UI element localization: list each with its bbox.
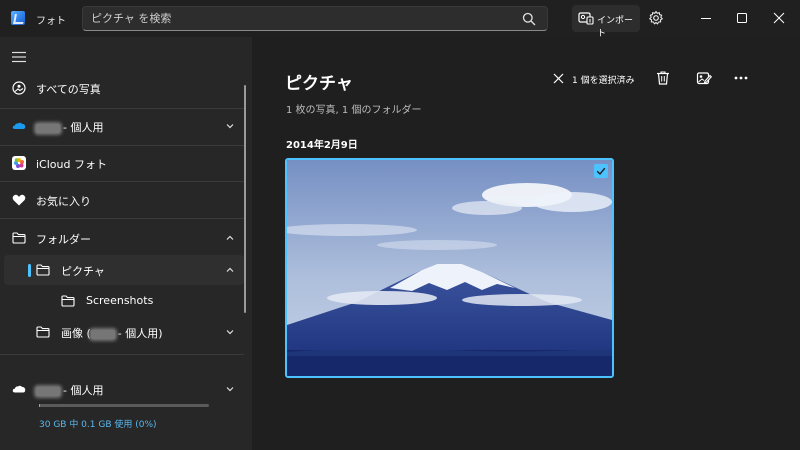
sidebar-item-label-suffix: - 個人用): [117, 327, 163, 340]
close-icon[interactable]: [765, 6, 793, 30]
sidebar-item-label: すべての写真: [36, 83, 101, 96]
sidebar-item-label: フォルダー: [36, 233, 91, 246]
mount-fuji-photo: [287, 160, 612, 376]
onedrive-icon: [12, 122, 26, 129]
storage-usage-bar: [39, 404, 209, 407]
chevron-down-icon[interactable]: [226, 328, 234, 336]
import-label: インポート: [597, 16, 634, 39]
photo-thumbnail[interactable]: [285, 158, 614, 378]
folder-icon: [12, 232, 26, 244]
sidebar-item-onedrive[interactable]: - 個人用: [4, 111, 244, 141]
sidebar-item-label: お気に入り: [36, 195, 91, 208]
icloud-photos-icon: [12, 156, 26, 170]
selection-count-label: 1 個を選択済み: [572, 76, 635, 86]
sidebar-item-pictures[interactable]: ピクチャ: [4, 255, 244, 285]
redacted-account-name: [90, 329, 115, 339]
photos-app-icon: [11, 11, 25, 25]
import-button[interactable]: インポート: [572, 5, 640, 39]
sidebar-item-images-onedrive[interactable]: 画像 ( - 個人用): [4, 317, 244, 347]
sidebar-scrollbar[interactable]: [244, 85, 246, 313]
selected-checkbox[interactable]: [594, 164, 608, 178]
date-group-header: 2014年2月9日: [286, 140, 358, 151]
search-box[interactable]: [82, 6, 548, 31]
sidebar-item-all-photos[interactable]: すべての写真: [4, 73, 244, 103]
sidebar-item-favorites[interactable]: お気に入り: [4, 185, 244, 215]
storage-usage-text[interactable]: 30 GB 中 0.1 GB 使用 (0%): [39, 417, 157, 430]
selection-indicator: [28, 264, 31, 277]
chevron-down-icon[interactable]: [226, 385, 234, 393]
redacted-account-name: [36, 386, 60, 396]
edit-image-icon[interactable]: [696, 70, 712, 86]
sidebar-item-folders[interactable]: フォルダー: [4, 223, 244, 253]
storage-usage-fill: [39, 404, 40, 407]
redacted-account-name: [36, 123, 60, 133]
chevron-down-icon[interactable]: [226, 122, 234, 130]
heart-icon: [12, 194, 26, 206]
page-title: ピクチャ: [285, 74, 353, 94]
app-title: フォト: [36, 16, 66, 27]
sidebar-item-label: iCloud フォト: [36, 158, 107, 171]
maximize-icon[interactable]: [728, 6, 756, 30]
settings-gear-icon[interactable]: [648, 10, 664, 26]
more-options-icon[interactable]: [733, 70, 749, 86]
divider: [0, 145, 244, 146]
sidebar-item-label: ピクチャ: [61, 265, 105, 278]
checkmark-icon: [596, 167, 606, 176]
chevron-up-icon[interactable]: [226, 234, 234, 242]
folder-icon: [61, 295, 75, 307]
divider: [0, 354, 244, 355]
sidebar-item-icloud[interactable]: iCloud フォト: [4, 148, 244, 178]
chevron-up-icon[interactable]: [226, 266, 234, 274]
divider: [0, 108, 244, 109]
divider: [0, 181, 244, 182]
sidebar-item-label: - 個人用: [63, 121, 104, 134]
search-input[interactable]: [91, 10, 511, 27]
folder-icon: [36, 326, 50, 338]
main-content: ピクチャ 1 枚の写真, 1 個のフォルダー 1 個を選択済み 2014年2月9…: [252, 37, 800, 450]
sidebar-item-onedrive-storage[interactable]: - 個人用: [4, 374, 244, 404]
trash-icon[interactable]: [655, 70, 671, 86]
photo-icon: [12, 81, 26, 95]
sidebar-item-label: Screenshots: [86, 294, 154, 307]
navigation-sidebar: すべての写真 - 個人用 iCloud フォト お気に入り フォルダー ピクチャ…: [0, 37, 252, 450]
item-count-subtitle: 1 枚の写真, 1 個のフォルダー: [286, 105, 422, 116]
storage-account-label: - 個人用: [63, 384, 104, 397]
import-icon: [578, 12, 594, 25]
minimize-icon[interactable]: [692, 6, 720, 30]
cloud-icon: [12, 385, 26, 393]
divider: [0, 218, 244, 219]
sidebar-item-screenshots[interactable]: Screenshots: [4, 286, 244, 316]
close-icon: [553, 73, 564, 84]
hamburger-menu-icon[interactable]: [12, 51, 26, 63]
sidebar-item-label-prefix: 画像 (: [61, 327, 91, 340]
folder-icon: [36, 264, 50, 276]
search-icon[interactable]: [522, 12, 536, 26]
title-bar: フォト インポート: [0, 0, 800, 39]
